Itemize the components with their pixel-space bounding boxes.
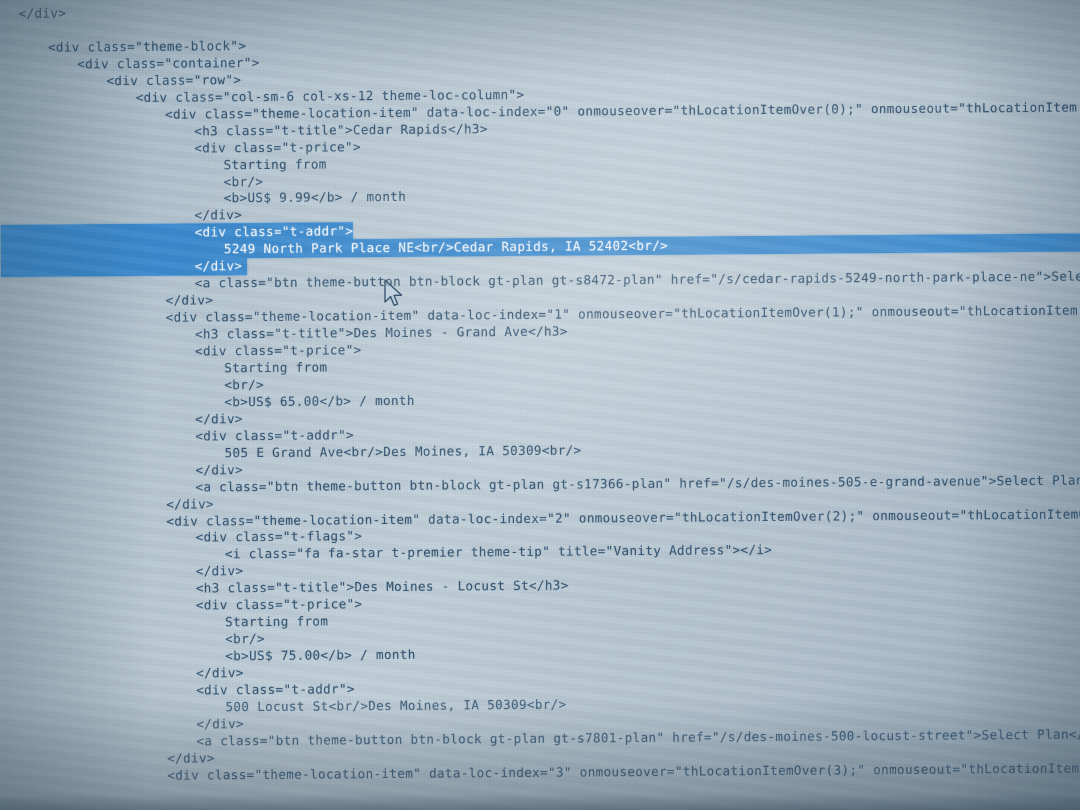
code-line[interactable]: </div> <box>166 292 214 308</box>
code-line[interactable]: </div> <box>166 496 214 512</box>
code-line[interactable]: <br/> <box>224 377 264 393</box>
code-line[interactable]: <div class="theme-location-item" data-lo… <box>166 303 1078 326</box>
code-line[interactable]: <br/> <box>225 631 265 647</box>
code-line[interactable]: </div> <box>195 462 243 478</box>
code-line[interactable]: <h3 class="t-title">Des Moines - Locust … <box>196 578 569 597</box>
code-line[interactable]: Starting from <box>224 359 327 376</box>
source-code-plane: <div class="t-addr"> 5249 North Park Plac… <box>0 0 1080 810</box>
code-line[interactable]: <b>US$ 65.00</b> / month <box>224 393 414 410</box>
code-line[interactable]: </div> <box>196 665 244 681</box>
code-line[interactable]: <div class="t-price"> <box>195 342 362 359</box>
code-line[interactable]: <div class="theme-location-item" data-lo… <box>166 506 1080 529</box>
code-line[interactable]: <h3 class="t-title">Des Moines - Grand A… <box>195 324 568 343</box>
code-line[interactable]: <div class="t-addr"> <box>195 427 354 444</box>
code-line[interactable]: </div> <box>167 750 215 766</box>
code-line[interactable]: <div class="t-flags"> <box>196 529 363 546</box>
code-line[interactable]: Starting from <box>225 614 328 631</box>
code-line[interactable]: </div> <box>19 5 67 21</box>
code-line[interactable]: <i class="fa fa-star t-premier theme-tip… <box>225 542 772 562</box>
code-line[interactable]: <div class="t-addr"> <box>196 681 355 698</box>
selected-code-line[interactable]: </div> <box>195 258 243 274</box>
code-line[interactable]: <a class="btn theme-button btn-block gt-… <box>196 726 1080 749</box>
code-line[interactable]: <div class="row"> <box>106 72 241 89</box>
code-line[interactable]: Starting from <box>224 156 327 173</box>
code-line[interactable]: </div> <box>195 411 243 427</box>
code-line[interactable]: <div class="t-price"> <box>194 139 361 156</box>
code-line[interactable]: <h3 class="t-title">Cedar Rapids</h3> <box>194 121 488 139</box>
monitor-photo-viewport: <div class="t-addr"> 5249 North Park Plac… <box>0 0 1080 810</box>
code-line[interactable]: <div class="container"> <box>77 55 260 72</box>
code-line[interactable]: <a class="btn theme-button btn-block gt-… <box>195 472 1080 495</box>
code-line[interactable]: </div> <box>196 716 244 732</box>
code-line[interactable]: </div> <box>195 207 243 223</box>
code-line[interactable]: <a class="btn theme-button btn-block gt-… <box>195 269 1080 292</box>
code-line[interactable]: </div> <box>196 563 244 579</box>
code-line[interactable]: <div class="theme-location-item" data-lo… <box>167 760 1080 783</box>
code-line[interactable]: <div class="t-price"> <box>196 596 363 613</box>
selected-code-line[interactable]: <div class="t-addr"> <box>195 224 354 241</box>
code-line[interactable]: 500 Locust St<br/>Des Moines, IA 50309<b… <box>225 697 566 716</box>
code-line[interactable]: <br/> <box>224 173 264 189</box>
code-line[interactable]: <div class="theme-block"> <box>48 38 246 56</box>
code-line[interactable]: <b>US$ 9.99</b> / month <box>224 189 407 206</box>
code-line[interactable]: <b>US$ 75.00</b> / month <box>225 647 415 664</box>
code-line[interactable]: <div class="col-sm-6 col-xs-12 theme-loc… <box>136 87 525 106</box>
code-line[interactable]: 505 E Grand Ave<br/>Des Moines, IA 50309… <box>225 442 582 461</box>
